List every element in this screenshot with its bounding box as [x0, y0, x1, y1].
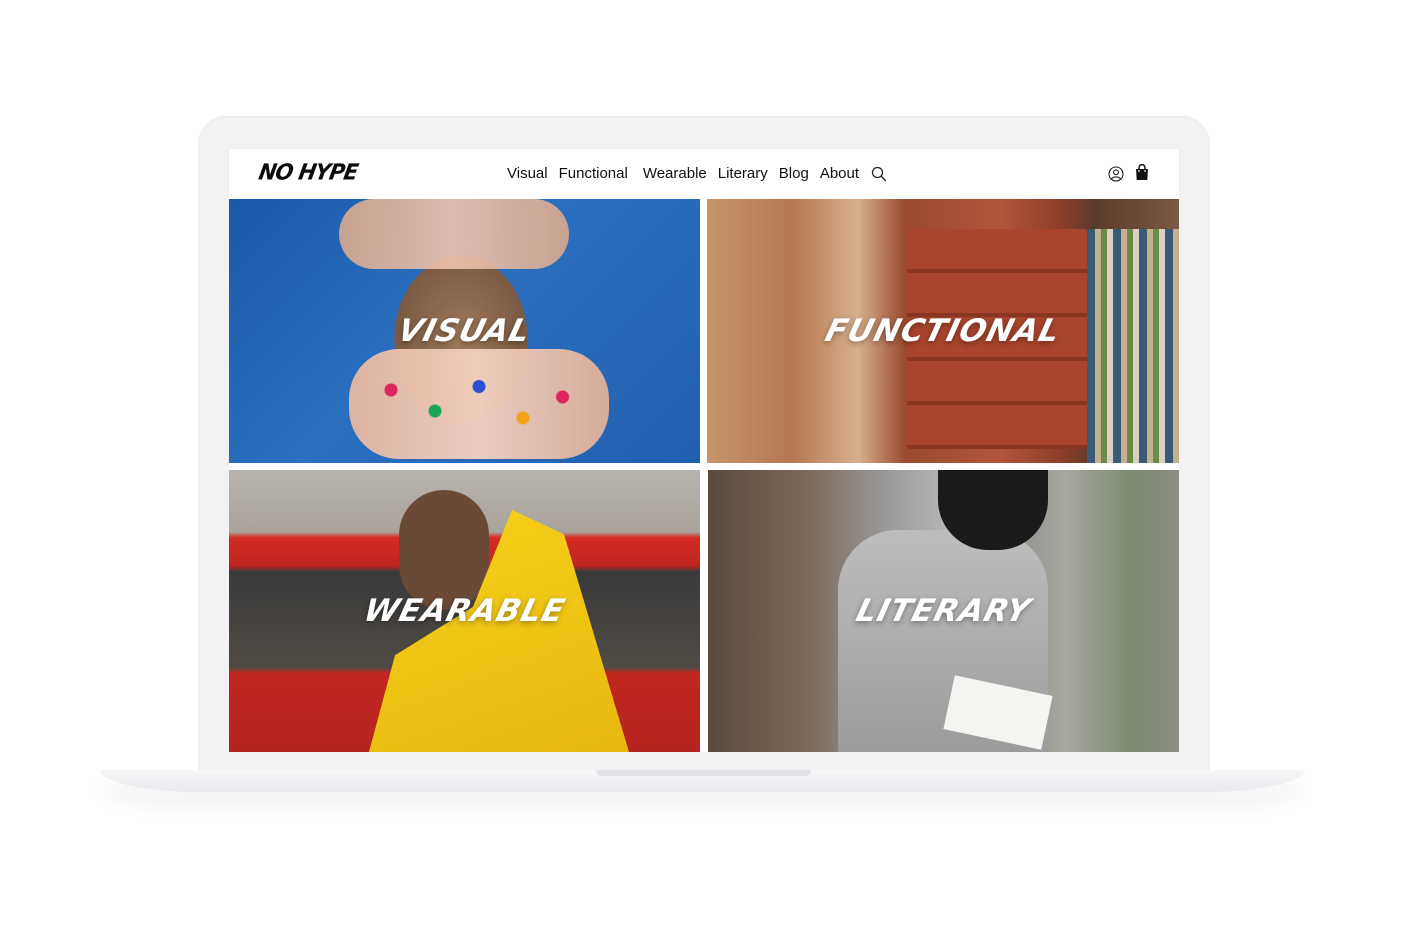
category-tile-wearable[interactable]: Wearable: [229, 470, 700, 752]
tile-label-functional: Functional: [821, 313, 1065, 349]
tile-label-visual: Visual: [394, 313, 535, 349]
tile-label-wearable: Wearable: [360, 593, 569, 629]
nav-link-visual[interactable]: Visual: [507, 165, 548, 182]
nav-link-wearable[interactable]: Wearable: [643, 165, 707, 182]
category-tile-functional[interactable]: Functional: [707, 199, 1179, 463]
nav-link-functional[interactable]: Functional: [559, 165, 628, 182]
bag-icon[interactable]: [1134, 164, 1150, 181]
search-icon[interactable]: [871, 166, 887, 182]
navbar: NO HYPE Visual Functional Wearable Liter…: [231, 149, 1177, 199]
painted-hand-image: [339, 199, 569, 269]
nav-link-about[interactable]: About: [820, 165, 859, 182]
nav-link-literary[interactable]: Literary: [718, 165, 768, 182]
nav-link-blog[interactable]: Blog: [779, 165, 809, 182]
laptop-screen: NO HYPE Visual Functional Wearable Liter…: [229, 149, 1179, 752]
user-icon[interactable]: [1108, 166, 1124, 182]
paint-dots: [369, 369, 589, 439]
main-nav: Visual Functional Wearable Literary Blog…: [507, 165, 887, 182]
brand-logo[interactable]: NO HYPE: [257, 159, 360, 184]
tile-label-literary: Literary: [852, 593, 1035, 629]
person-image: [399, 490, 489, 610]
laptop-notch: [596, 770, 811, 776]
category-tile-visual[interactable]: Visual: [229, 199, 700, 463]
category-tile-literary[interactable]: Literary: [708, 470, 1179, 752]
